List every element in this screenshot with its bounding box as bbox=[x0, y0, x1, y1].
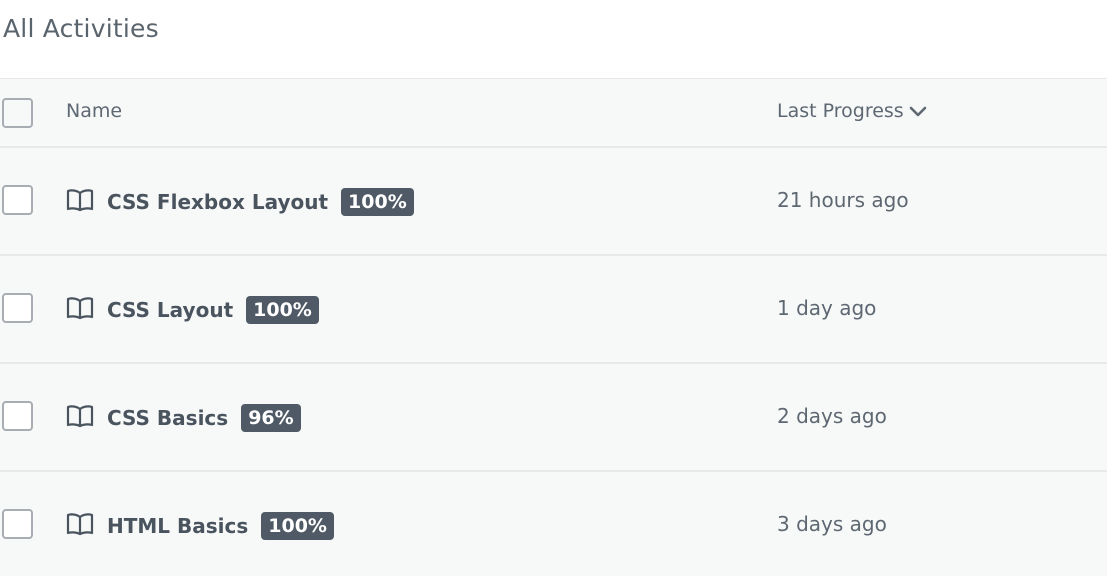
last-progress-time: 1 day ago bbox=[777, 296, 877, 320]
last-progress-time: 2 days ago bbox=[777, 404, 887, 428]
book-icon bbox=[66, 297, 94, 320]
table-row: HTML Basics 100% 3 days ago bbox=[0, 472, 1107, 576]
table-row: CSS Basics 96% 2 days ago bbox=[0, 364, 1107, 472]
column-header-last-progress-label: Last Progress bbox=[777, 100, 904, 122]
progress-badge: 100% bbox=[246, 296, 319, 324]
book-icon bbox=[66, 189, 94, 212]
activities-page: All Activities Name Last Progress CSS Fl… bbox=[0, 0, 1107, 576]
progress-badge: 96% bbox=[241, 404, 301, 432]
activity-title-link[interactable]: CSS Basics bbox=[107, 406, 228, 430]
table-row: CSS Layout 100% 1 day ago bbox=[0, 256, 1107, 364]
progress-badge: 100% bbox=[341, 188, 414, 216]
progress-badge: 100% bbox=[261, 512, 334, 540]
row-checkbox[interactable] bbox=[2, 293, 33, 323]
column-header-name[interactable]: Name bbox=[66, 100, 122, 122]
select-all-checkbox[interactable] bbox=[2, 98, 33, 128]
book-icon bbox=[66, 405, 94, 428]
activity-title-link[interactable]: CSS Flexbox Layout bbox=[107, 190, 328, 214]
row-checkbox[interactable] bbox=[2, 185, 33, 215]
table-row: CSS Flexbox Layout 100% 21 hours ago bbox=[0, 148, 1107, 256]
activity-name: HTML Basics 100% bbox=[107, 512, 334, 540]
activity-title-link[interactable]: HTML Basics bbox=[107, 514, 248, 538]
book-icon bbox=[66, 513, 94, 536]
activity-name: CSS Basics 96% bbox=[107, 404, 301, 432]
activity-name: CSS Flexbox Layout 100% bbox=[107, 188, 414, 216]
chevron-down-icon bbox=[909, 106, 927, 117]
activities-table: Name Last Progress CSS Flexbox Layout 10… bbox=[0, 78, 1107, 576]
column-header-last-progress[interactable]: Last Progress bbox=[777, 100, 927, 122]
activity-title-link[interactable]: CSS Layout bbox=[107, 298, 233, 322]
last-progress-time: 3 days ago bbox=[777, 512, 887, 536]
row-checkbox[interactable] bbox=[2, 509, 33, 539]
activity-name: CSS Layout 100% bbox=[107, 296, 319, 324]
last-progress-time: 21 hours ago bbox=[777, 188, 909, 212]
page-title: All Activities bbox=[3, 14, 159, 43]
table-header-row: Name Last Progress bbox=[0, 79, 1107, 148]
row-checkbox[interactable] bbox=[2, 401, 33, 431]
